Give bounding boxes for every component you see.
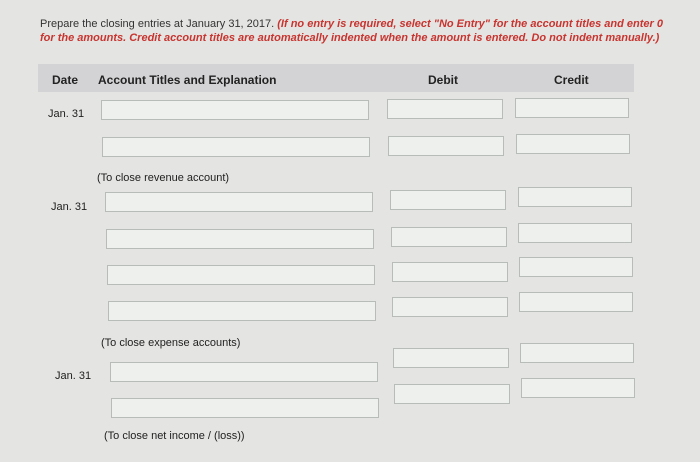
entry-1-row-1-account-input[interactable]	[101, 100, 369, 120]
entry-2-explanation: (To close expense accounts)	[101, 337, 241, 349]
entry-2-row-4-account-input[interactable]	[108, 301, 376, 321]
entry-1-row-2-credit-input[interactable]	[516, 134, 630, 154]
entry-1-row-1-credit-input[interactable]	[515, 98, 629, 118]
entry-2-row-3-debit-input[interactable]	[392, 262, 508, 282]
entry-3-row-1-credit-input[interactable]	[520, 343, 634, 363]
entry-2-row-1-account-input[interactable]	[105, 192, 373, 212]
entry-3-row-1-account-input[interactable]	[110, 362, 378, 382]
entry-3-explanation: (To close net income / (loss))	[104, 430, 245, 442]
entry-2-row-4-debit-input[interactable]	[392, 297, 508, 317]
credit-column-header: Credit	[554, 73, 589, 87]
entry-2-row-1-debit-input[interactable]	[390, 190, 506, 210]
entry-2-row-2-credit-input[interactable]	[518, 223, 632, 243]
instructions-text: Prepare the closing entries at January 3…	[40, 18, 275, 30]
entry-3-date: Jan. 31	[55, 370, 92, 382]
debit-column-header: Debit	[428, 73, 458, 87]
entry-1-date: Jan. 31	[48, 108, 85, 120]
entry-3-row-2-credit-input[interactable]	[521, 378, 635, 398]
table-header: Date Account Titles and Explanation Debi…	[38, 64, 634, 92]
entry-3-row-2-debit-input[interactable]	[394, 384, 510, 404]
entry-2-row-3-credit-input[interactable]	[519, 257, 633, 277]
date-column-header: Date	[52, 73, 79, 87]
entry-1-row-1-debit-input[interactable]	[387, 99, 503, 119]
entry-2-row-3-account-input[interactable]	[107, 265, 375, 285]
instructions: Prepare the closing entries at January 3…	[40, 17, 680, 45]
entry-2-row-4-credit-input[interactable]	[519, 292, 633, 312]
entry-1-explanation: (To close revenue account)	[97, 172, 230, 184]
entry-1-row-2-account-input[interactable]	[102, 137, 370, 157]
entry-2-row-1-credit-input[interactable]	[518, 187, 632, 207]
entry-2-row-2-debit-input[interactable]	[391, 227, 507, 247]
entry-1-row-2-debit-input[interactable]	[388, 136, 504, 156]
entry-3-row-2-account-input[interactable]	[111, 398, 379, 418]
entry-2-date: Jan. 31	[51, 201, 88, 213]
entry-3-row-1-debit-input[interactable]	[393, 348, 509, 368]
account-column-header: Account Titles and Explanation	[98, 73, 277, 87]
entry-2-row-2-account-input[interactable]	[106, 229, 374, 249]
